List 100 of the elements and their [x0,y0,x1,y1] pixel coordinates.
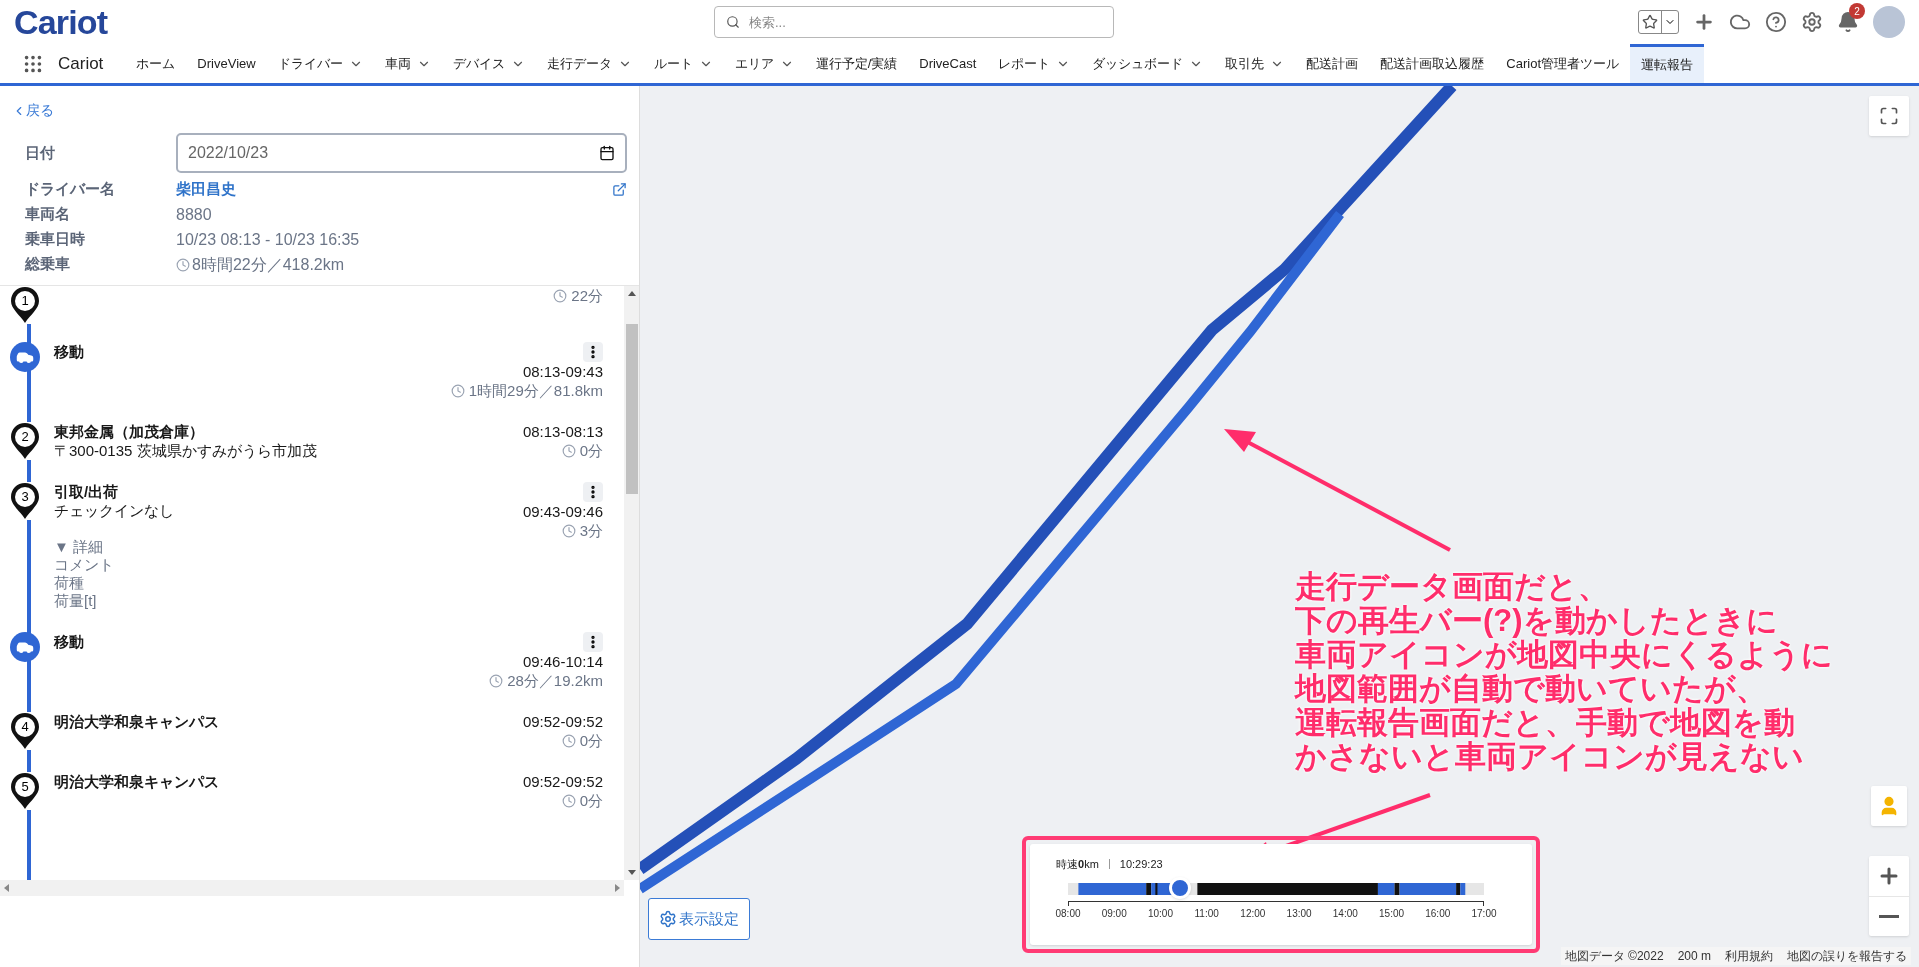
duration-text: 0分 [579,731,603,750]
driver-link[interactable]: 柴田昌史 [176,178,236,201]
clock-icon [561,523,576,538]
clock-icon [176,257,190,272]
settings-icon[interactable] [1801,11,1823,33]
stop-title: 東邦金属（加茂倉庫） [54,422,204,441]
tick-label: 09:00 [1101,906,1127,921]
clock-icon [561,793,576,808]
stop-pin: 3 [10,482,40,520]
stop-title: 明治大学和泉キャンパス [54,772,219,791]
map-attribution: 地図データ ©2022 [1564,948,1664,965]
field-label: ドライバー名 [24,179,116,200]
favorites-button[interactable] [1638,10,1679,34]
tick-label: 10:00 [1147,906,1173,921]
tick-label: 13:00 [1286,906,1312,921]
detail-label: 荷種 [54,574,84,592]
speed-text: 時速0km [1056,857,1099,872]
map-attribution[interactable]: 地図の誤りを報告する [1787,947,1907,965]
time-range: 09:52-09:52 [522,772,603,791]
nav-tab[interactable]: 運行予定/実績 [804,44,909,83]
scroll-right-arrow-icon[interactable] [615,884,620,892]
time-range: 08:13-08:13 [522,422,603,441]
clock-icon [553,288,568,303]
duration-text: 22分 [571,286,603,305]
app-name: Cariot [58,52,104,75]
detail-label: 荷量[t] [54,592,97,610]
external-link-icon[interactable] [612,182,627,197]
stop-title: 明治大学和泉キャンパス [54,712,219,731]
calendar-icon[interactable] [599,145,615,161]
field-value: 8時間22分／418.2km [192,254,345,275]
more-menu-button[interactable] [583,482,603,502]
nav-tab[interactable]: 配送計画取込履歴 [1369,44,1496,83]
field-value: 10/23 08:13 - 10/23 16:35 [176,229,360,250]
details-toggle[interactable]: ▼ 詳細 [54,538,103,556]
map-attribution[interactable]: 利用規約 [1725,947,1773,965]
stop-pin: 2 [10,422,40,460]
field-label: 日付 [24,142,56,163]
nav-tab[interactable]: DriveCast [908,44,988,83]
search-field[interactable]: 検索... [714,6,1114,38]
star-icon [1642,14,1658,30]
stop-pin: 4 [10,712,40,750]
display-settings-button[interactable]: 表示設定 [648,898,750,940]
notification-count: 2 [1849,3,1865,19]
duration-text: 28分／19.2km [507,671,603,690]
field-label: 総乗車 [23,254,71,275]
stop-pin: 5 [10,772,40,810]
field-label: 車両名 [24,204,71,225]
minus-icon [1879,915,1899,918]
tick-label: 16:00 [1425,906,1451,921]
nav-tab[interactable]: レポート [987,44,1082,83]
field-value: 8880 [176,204,212,225]
time-range: 08:13-09:43 [522,362,603,381]
nav-tab[interactable]: エリア [723,44,805,83]
stop-address: 〒300-0135 茨城県かすみがうら市加茂 [54,441,317,460]
duration-text: 0分 [579,791,603,810]
clock-icon [450,383,465,398]
stop-address: チェックインなし [54,501,174,520]
gear-icon [659,910,677,928]
tick-label: 17:00 [1471,906,1497,921]
scrollbar-thumb[interactable] [625,324,638,494]
stop-title: 移動 [54,632,84,651]
playback-time: 10:29:23 [1119,857,1163,872]
nav-tab[interactable]: Cariot管理者ツール [1495,44,1631,83]
time-range: 09:43-09:46 [522,502,603,521]
more-menu-button[interactable] [583,632,603,652]
stop-pin: 1 [10,286,40,324]
scroll-left-arrow-icon[interactable] [4,884,9,892]
tick-label: 15:00 [1379,906,1405,921]
more-menu-button[interactable] [583,342,603,362]
help-icon[interactable] [1765,11,1787,33]
nav-tab[interactable]: ダッシュボード [1081,44,1215,83]
map-attribution: 200 m [1677,948,1711,965]
detail-label: コメント [54,556,114,574]
clock-icon [561,733,576,748]
nav-tab[interactable]: 配送計画 [1295,44,1370,83]
annotation-text: 走行データ画面だと、 下の再生バー(?)を動かしたときに 車両アイコンが地図中央にくるように 地図範囲が自動で動いていたが、 運転報告画面だと、手動で地図を動 かさないと車両アイコンが見えない [1295,570,1833,774]
scroll-down-arrow-icon[interactable] [627,870,636,875]
clock-icon [489,673,504,688]
duration-text: 0分 [579,441,603,460]
add-icon[interactable] [1693,11,1715,33]
nav-tab[interactable]: 取引先 [1214,44,1296,83]
time-range: 09:46-10:14 [522,652,603,671]
tick-label: 12:00 [1240,906,1266,921]
date-input[interactable]: 2022/10/23 [176,133,627,173]
fullscreen-icon [1879,106,1899,126]
fullscreen-button[interactable] [1869,96,1909,136]
duration-text: 3分 [579,521,603,540]
clock-icon [561,443,576,458]
stop-title: 移動 [54,342,84,361]
field-label: 乗車日時 [24,229,86,250]
scroll-up-arrow-icon[interactable] [627,291,636,296]
nav-tab[interactable]: 運転報告 [1630,44,1705,83]
back-link[interactable]: 戻る [12,100,54,121]
search-icon [726,15,740,29]
tick-label: 14:00 [1332,906,1358,921]
time-range: 09:52-09:52 [522,712,603,731]
duration-text: 1時間29分／81.8km [468,381,603,400]
tick-label: 11:00 [1194,906,1219,921]
stop-title: 引取/出荷 [54,482,119,501]
tick-label: 08:00 [1055,906,1081,921]
